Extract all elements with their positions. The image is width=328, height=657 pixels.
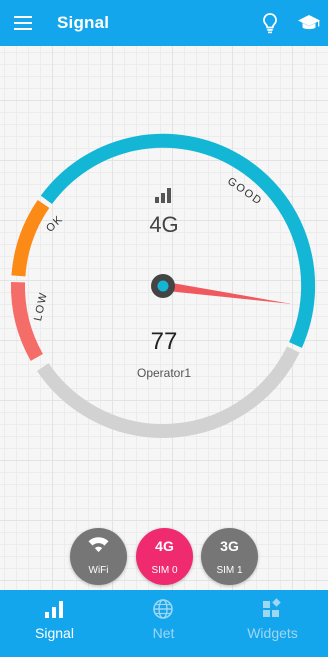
nav-label-widgets: Widgets xyxy=(247,625,298,641)
bottom-navigation: Signal Net Widgets xyxy=(0,590,328,657)
sim1-button[interactable]: 3G SIM 1 xyxy=(201,528,258,585)
gauge-needle xyxy=(162,281,292,304)
nav-label-signal: Signal xyxy=(35,625,74,641)
nav-item-widgets[interactable]: Widgets xyxy=(218,590,327,652)
nav-item-signal[interactable]: Signal xyxy=(0,590,109,652)
gauge-arc-good xyxy=(40,133,316,348)
widgets-icon xyxy=(263,598,281,617)
nav-item-net[interactable]: Net xyxy=(109,590,218,652)
gauge-label-low: LOW xyxy=(32,291,50,322)
globe-icon xyxy=(153,599,173,619)
sim1-network-type: 3G xyxy=(220,538,239,554)
gauge-hub-center xyxy=(157,280,169,292)
sim1-label: SIM 1 xyxy=(216,565,243,576)
wifi-button[interactable]: WiFi xyxy=(70,528,127,585)
signal-strength-icon xyxy=(155,188,171,203)
app-title: Signal xyxy=(57,13,110,32)
sim0-network-type: 4G xyxy=(155,538,174,554)
signal-value: 77 xyxy=(150,328,178,355)
sim0-label: SIM 0 xyxy=(151,565,178,576)
nav-label-net: Net xyxy=(152,625,175,641)
wifi-button-label: WiFi xyxy=(88,565,109,576)
sim0-button[interactable]: 4G SIM 0 xyxy=(136,528,193,585)
wifi-icon xyxy=(88,537,109,552)
operator-name: Operator1 xyxy=(136,366,192,380)
gauge-arc-inactive xyxy=(37,346,300,438)
hamburger-menu-icon[interactable] xyxy=(12,12,34,34)
lightbulb-icon[interactable] xyxy=(259,11,281,35)
app-bar: Signal xyxy=(0,0,328,46)
signal-bars-icon xyxy=(45,601,63,618)
graduation-cap-icon[interactable] xyxy=(297,12,321,34)
network-type: 4G xyxy=(149,212,179,237)
sim-selector: WiFi 4G SIM 0 3G SIM 1 xyxy=(0,522,328,585)
signal-gauge: LOW OK GOOD xyxy=(10,133,316,438)
